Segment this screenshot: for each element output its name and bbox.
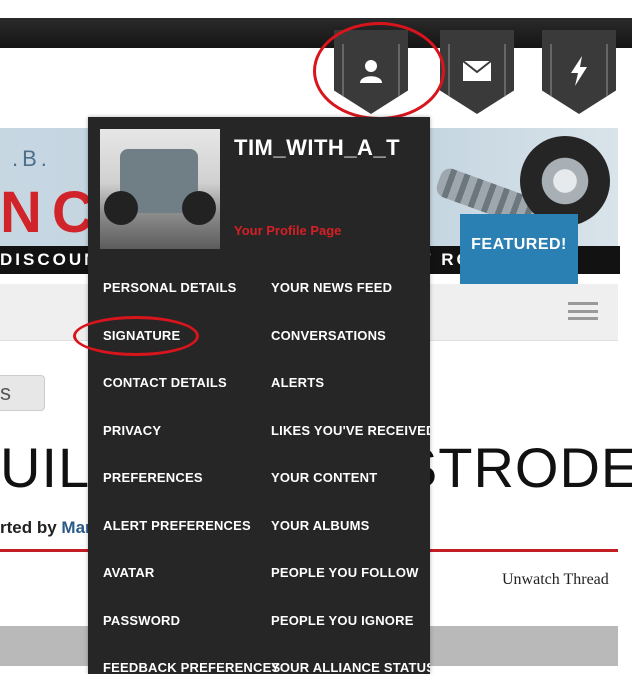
menu-item-people-you-ignore[interactable]: PEOPLE YOU IGNORE (271, 613, 414, 628)
avatar[interactable] (100, 129, 220, 249)
menu-item-feedback-preferences[interactable]: FEEDBACK PREFERENCES (103, 660, 280, 674)
bolt-icon (571, 56, 587, 86)
menu-item-your-albums[interactable]: YOUR ALBUMS (271, 518, 370, 533)
menu-username[interactable]: TIM_WITH_A_T (234, 135, 400, 161)
menu-item-alliance-status[interactable]: YOUR ALLIANCE STATUS (271, 660, 430, 674)
hamburger-menu-icon[interactable] (568, 302, 598, 320)
menu-item-preferences[interactable]: PREFERENCES (103, 470, 203, 485)
top-header-band (0, 0, 632, 48)
tire-image (520, 136, 610, 226)
tabs-button-label: s (0, 380, 11, 405)
menu-item-alert-preferences[interactable]: ALERT PREFERENCES (103, 518, 251, 533)
featured-label: FEATURED! (471, 236, 567, 253)
menu-item-people-you-follow[interactable]: PEOPLE YOU FOLLOW (271, 565, 419, 580)
inbox-tab[interactable] (440, 30, 514, 114)
account-tab[interactable] (334, 30, 408, 114)
user-icon (360, 60, 382, 83)
menu-item-your-news-feed[interactable]: YOUR NEWS FEED (271, 280, 392, 295)
menu-item-contact-details[interactable]: CONTACT DETAILS (103, 375, 227, 390)
unwatch-thread-link[interactable]: Unwatch Thread (502, 571, 609, 589)
byline-prefix: rted by (0, 518, 62, 537)
menu-item-signature[interactable]: SIGNATURE (103, 328, 180, 343)
menu-item-personal-details[interactable]: PERSONAL DETAILS (103, 280, 236, 295)
menu-item-your-content[interactable]: YOUR CONTENT (271, 470, 377, 485)
menu-item-likes-received[interactable]: LIKES YOU'VE RECEIVED (271, 423, 430, 438)
menu-item-alerts[interactable]: ALERTS (271, 375, 324, 390)
alerts-tab[interactable] (542, 30, 616, 114)
account-dropdown-menu: TIM_WITH_A_T Your Profile Page PERSONAL … (88, 117, 430, 674)
menu-item-privacy[interactable]: PRIVACY (103, 423, 161, 438)
menu-item-conversations[interactable]: CONVERSATIONS (271, 328, 386, 343)
menu-item-avatar[interactable]: AVATAR (103, 565, 155, 580)
tabs-button[interactable]: s (0, 375, 45, 411)
mail-icon (462, 60, 492, 81)
menu-item-password[interactable]: PASSWORD (103, 613, 180, 628)
profile-page-link[interactable]: Your Profile Page (234, 223, 341, 238)
banner-brand-small: .B. (12, 146, 51, 171)
